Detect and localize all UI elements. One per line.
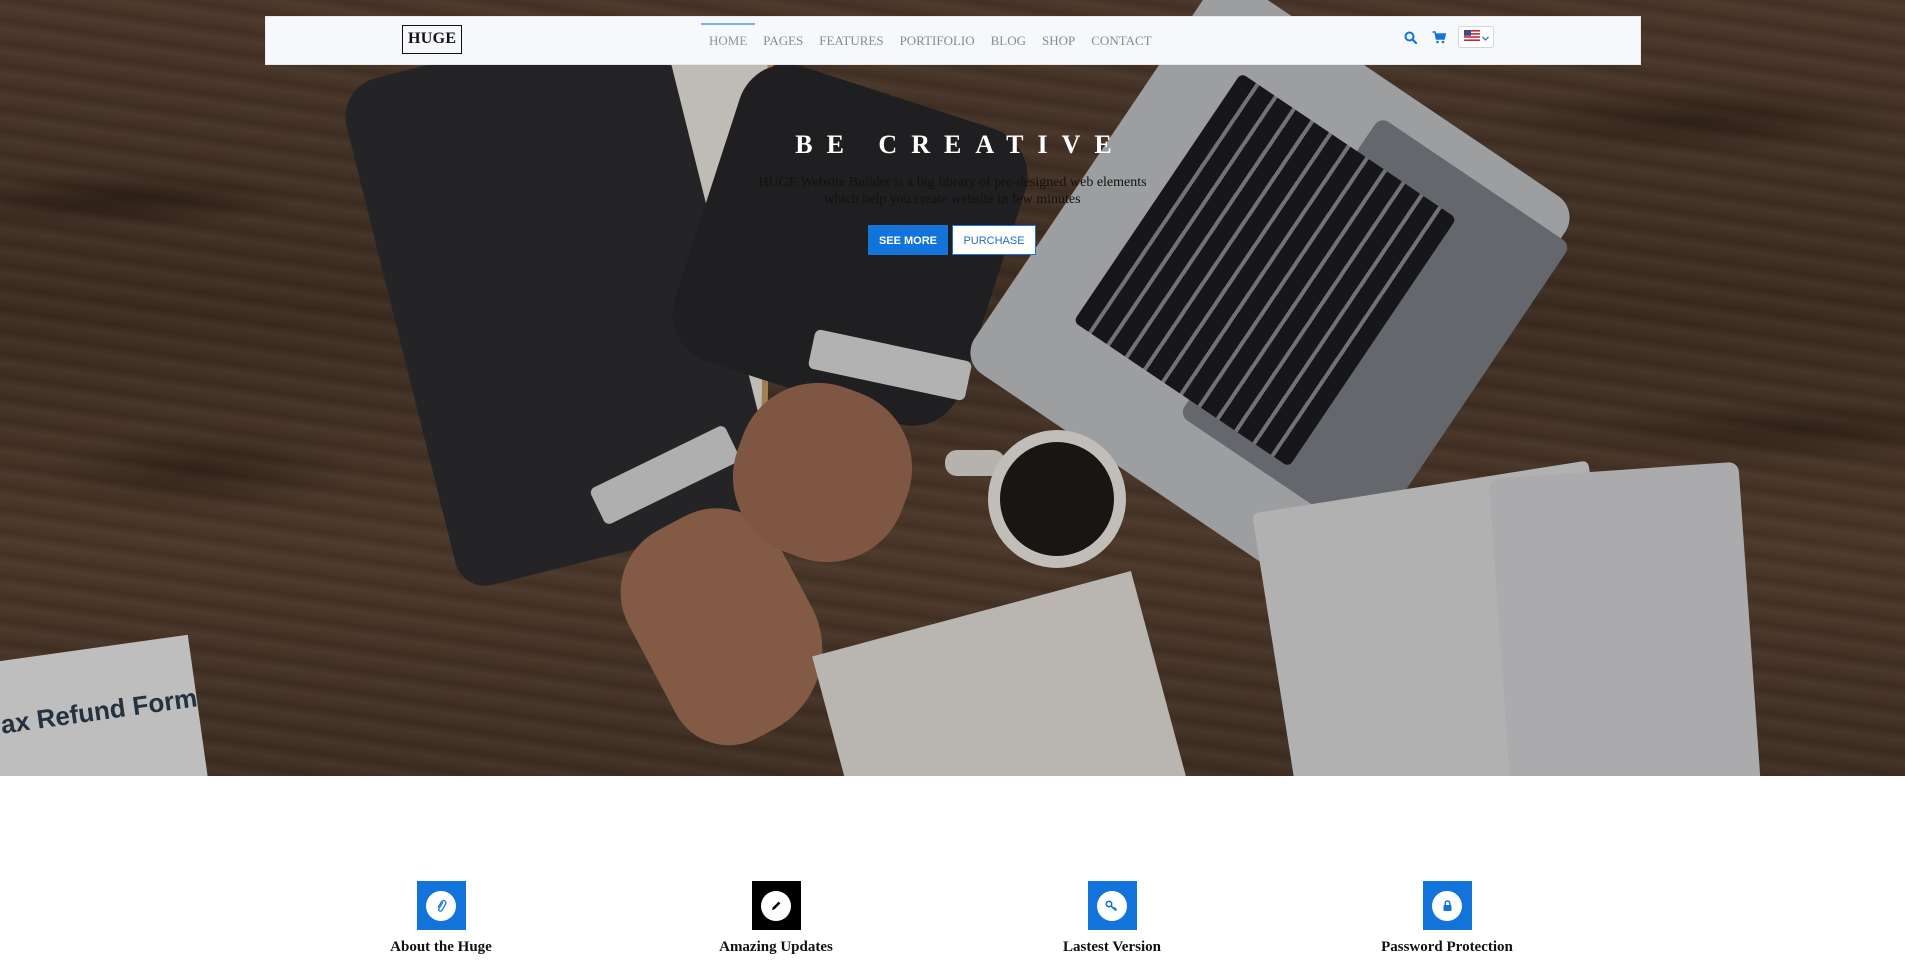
- pencil-icon: [751, 881, 801, 930]
- nav-item-contact[interactable]: CONTACT: [1083, 17, 1159, 64]
- see-more-button[interactable]: SEE MORE: [868, 225, 948, 255]
- hero-subtitle-line: HUGE Website Builder is a big library of…: [758, 175, 1147, 190]
- feature-password: Password Protection: [1317, 881, 1577, 970]
- language-select[interactable]: [1458, 26, 1494, 48]
- hero-subtitle-line: which help you create website in few min…: [824, 192, 1081, 207]
- feature-title: Amazing Updates: [719, 939, 833, 955]
- lock-icon: [1422, 881, 1472, 930]
- features-section: About the Huge Amazing Updates Lastest V…: [0, 776, 1905, 970]
- feature-version: Lastest Version: [982, 881, 1242, 970]
- feature-updates: Amazing Updates: [646, 881, 906, 970]
- nav-item-home[interactable]: HOME: [701, 17, 756, 64]
- nav-item-blog[interactable]: BLOG: [983, 17, 1034, 64]
- feature-title: Lastest Version: [1063, 939, 1161, 955]
- logo[interactable]: HUGE: [402, 25, 463, 54]
- nav-item-pages[interactable]: PAGES: [755, 17, 811, 64]
- feature-description: [1317, 960, 1577, 970]
- chevron-down-icon: [1481, 28, 1489, 46]
- feature-about: About the Huge: [311, 881, 571, 970]
- key-icon: [1087, 881, 1137, 930]
- header-bar: HUGE HOME PAGES FEATURES PORTIFOLIO BLOG…: [265, 16, 1641, 65]
- nav-item-portfolio[interactable]: PORTIFOLIO: [892, 17, 983, 64]
- cart-icon[interactable]: [1429, 27, 1449, 47]
- feature-description: [646, 960, 906, 970]
- nav-item-features[interactable]: FEATURES: [811, 17, 891, 64]
- hero-section: ax Refund Form BE CREATIVE HUGE Website …: [0, 0, 1905, 776]
- search-icon[interactable]: [1400, 27, 1420, 47]
- hero-buttons: SEE MORE PURCHASE: [868, 225, 1036, 255]
- us-flag-icon: [1463, 28, 1480, 46]
- main-nav: HOME PAGES FEATURES PORTIFOLIO BLOG SHOP…: [701, 17, 1160, 64]
- feature-description: [311, 960, 571, 970]
- nav-item-shop[interactable]: SHOP: [1034, 17, 1083, 64]
- paperclip-icon: [416, 881, 466, 930]
- hero-overlay: [0, 0, 1905, 776]
- feature-title: Password Protection: [1381, 939, 1513, 955]
- hero-title: BE CREATIVE: [795, 130, 1126, 159]
- feature-description: [982, 960, 1242, 970]
- hero-subtitle: HUGE Website Builder is a big library of…: [740, 174, 1165, 208]
- feature-title: About the Huge: [390, 939, 492, 955]
- header-tools: [1400, 26, 1494, 48]
- purchase-button[interactable]: PURCHASE: [952, 225, 1036, 255]
